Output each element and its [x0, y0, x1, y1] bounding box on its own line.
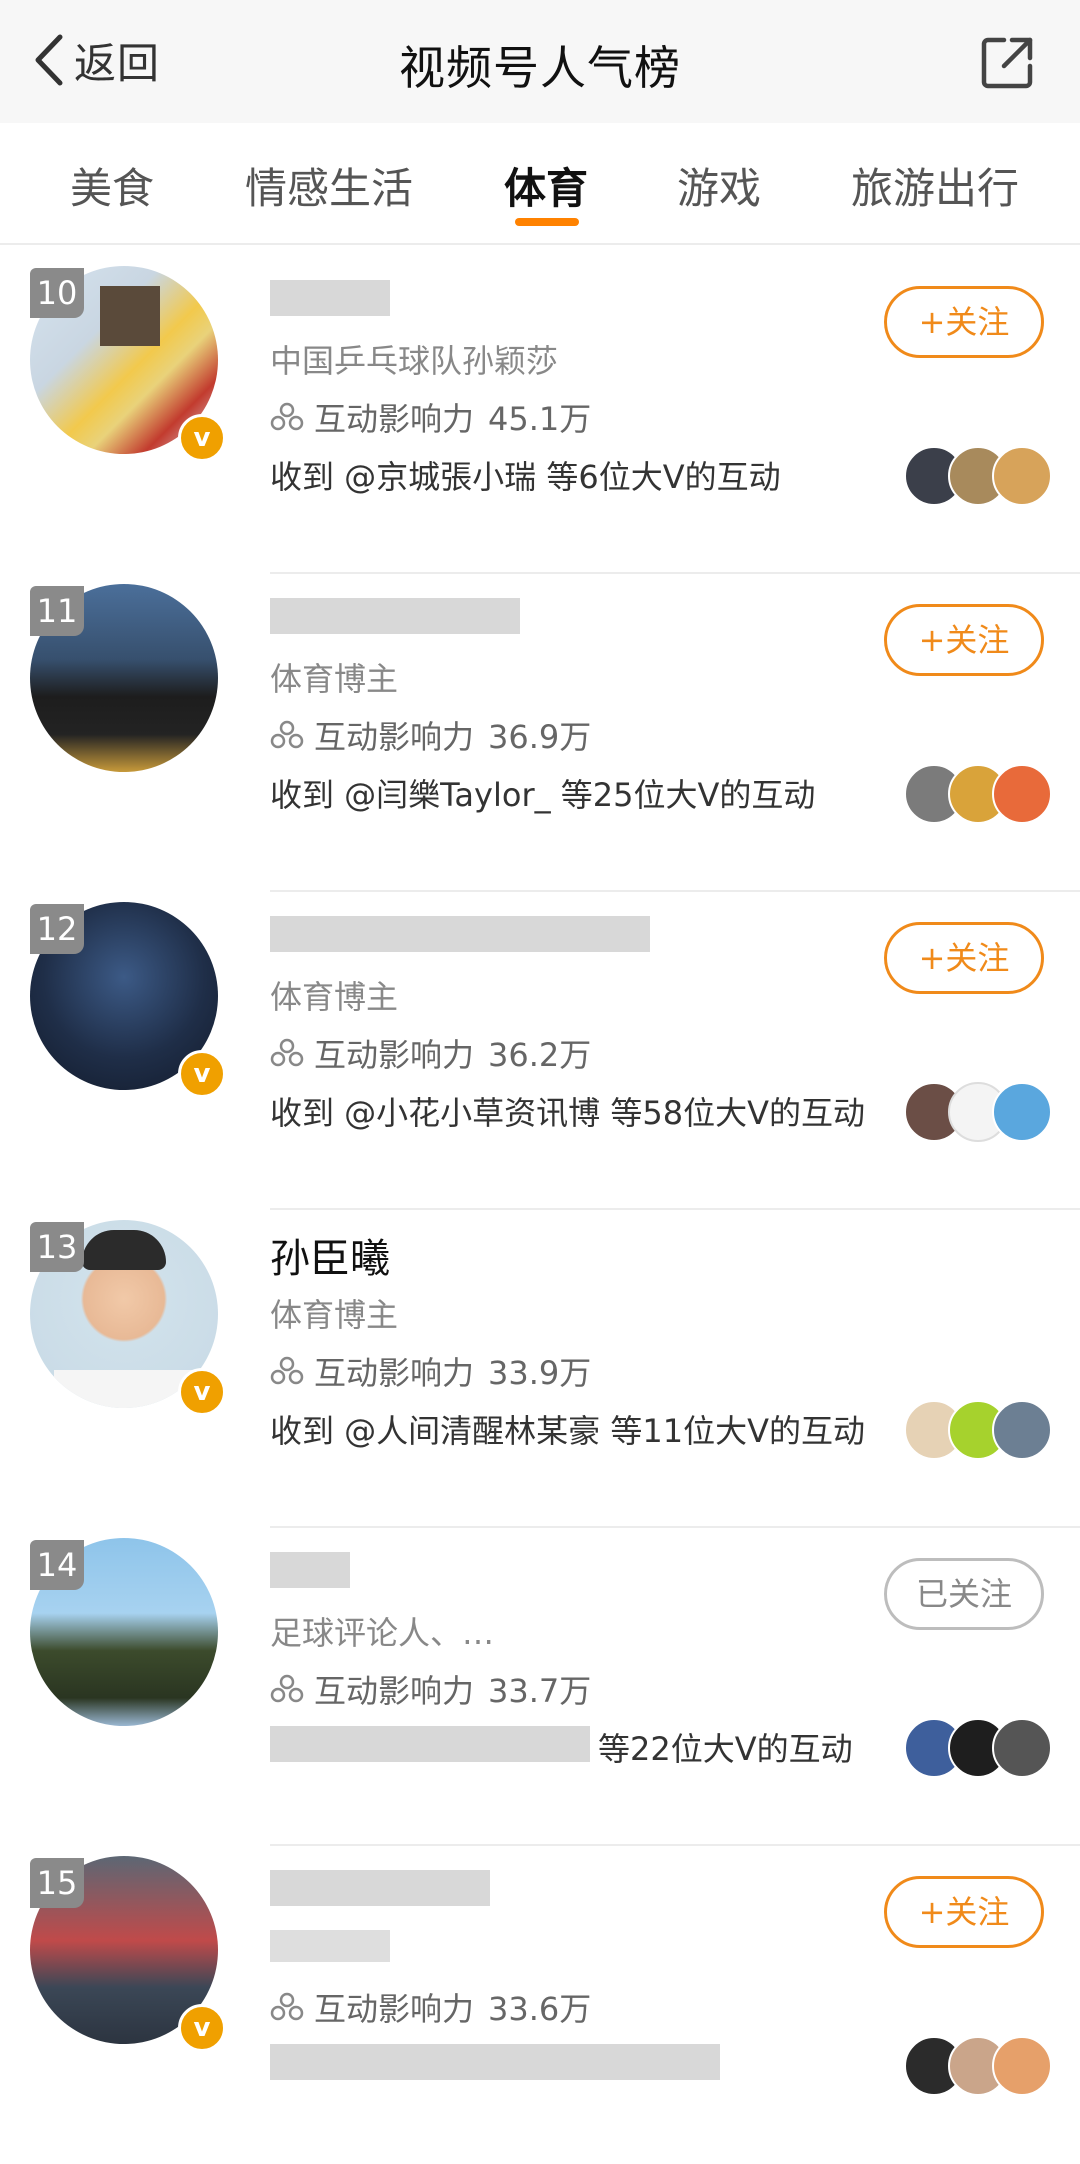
- verified-badge-icon: v: [178, 1050, 226, 1098]
- avatar: [992, 446, 1052, 506]
- user-desc: 体育博主: [270, 1296, 399, 1334]
- rank-badge: 11: [30, 586, 84, 636]
- list-item[interactable]: 13 v 孙臣曦 体育博主 互动影响力 33.9万 收到 @人间清醒林某豪 等1…: [0, 1210, 1080, 1528]
- list-item[interactable]: 10 v 中国乒乓球队孙颖莎 互动影响力 45.1万 收到 @京城張小瑞 等6位…: [0, 256, 1080, 574]
- influence-stat: 互动影响力 45.1万: [270, 394, 591, 440]
- received-interactions[interactable]: 等22位大V的互动: [598, 1724, 853, 1770]
- top-bar: 返回 视频号人气榜: [0, 0, 1080, 123]
- received-interactions[interactable]: 收到 @京城張小瑞 等6位大V的互动: [270, 452, 781, 498]
- tab-games[interactable]: 游戏: [677, 155, 761, 216]
- influence-stat: 互动影响力 36.9万: [270, 712, 591, 758]
- interactor-avatars[interactable]: [904, 1718, 1054, 1778]
- interactor-avatars[interactable]: [904, 1082, 1054, 1142]
- list-item[interactable]: 14 足球评论人、… 互动影响力 33.7万 等22位大V的互动 已关注: [0, 1528, 1080, 1846]
- interaction-icon: [270, 1356, 304, 1385]
- page-title: 视频号人气榜: [399, 41, 681, 95]
- interactor-avatars[interactable]: [904, 764, 1054, 824]
- interactor-avatars[interactable]: [904, 446, 1054, 506]
- rank-badge: 10: [30, 268, 84, 318]
- influence-stat: 互动影响力 33.7万: [270, 1666, 591, 1712]
- interactor-avatars[interactable]: [904, 2036, 1054, 2096]
- follow-button[interactable]: +关注: [884, 922, 1044, 994]
- influence-label: 互动影响力: [314, 400, 475, 438]
- rank-badge: 15: [30, 1858, 84, 1908]
- influence-value: 33.7万: [488, 1672, 592, 1710]
- interaction-icon: [270, 1674, 304, 1703]
- interaction-icon: [270, 720, 304, 749]
- influence-label: 互动影响力: [314, 718, 475, 756]
- influence-label: 互动影响力: [314, 1990, 475, 2028]
- list-item[interactable]: 15 v 互动影响力 33.6万 +关注: [0, 1846, 1080, 2164]
- influence-value: 36.9万: [488, 718, 592, 756]
- influence-stat: 互动影响力 33.9万: [270, 1348, 591, 1394]
- verified-badge-icon: v: [178, 2004, 226, 2052]
- received-interactions[interactable]: 收到 @人间清醒林某豪 等11位大V的互动: [270, 1406, 865, 1452]
- verified-badge-icon: v: [178, 1368, 226, 1416]
- rank-badge: 13: [30, 1222, 84, 1272]
- influence-stat: 互动影响力 33.6万: [270, 1984, 591, 2030]
- influence-label: 互动影响力: [314, 1354, 475, 1392]
- user-desc: 中国乒乓球队孙颖莎: [270, 342, 559, 380]
- interaction-icon: [270, 402, 304, 431]
- influence-value: 33.6万: [488, 1990, 592, 2028]
- user-desc: 体育博主: [270, 660, 399, 698]
- influence-value: 45.1万: [488, 400, 592, 438]
- influence-label: 互动影响力: [314, 1036, 475, 1074]
- follow-button[interactable]: +关注: [884, 1876, 1044, 1948]
- interaction-icon: [270, 1992, 304, 2021]
- verified-badge-icon: v: [178, 414, 226, 462]
- user-desc: 体育博主: [270, 978, 399, 1016]
- avatar: [992, 1400, 1052, 1460]
- tab-sports[interactable]: 体育: [504, 155, 588, 216]
- tab-food[interactable]: 美食: [70, 155, 154, 216]
- influence-stat: 互动影响力 36.2万: [270, 1030, 591, 1076]
- follow-button[interactable]: +关注: [884, 286, 1044, 358]
- interactor-avatars[interactable]: [904, 1400, 1054, 1460]
- influence-value: 33.9万: [488, 1354, 592, 1392]
- influence-label: 互动影响力: [314, 1672, 475, 1710]
- avatar: [992, 2036, 1052, 2096]
- avatar: [992, 1082, 1052, 1142]
- list-item[interactable]: 12 v 体育博主 互动影响力 36.2万 收到 @小花小草资讯博 等58位大V…: [0, 892, 1080, 1210]
- user-desc: 足球评论人、…: [270, 1614, 495, 1652]
- category-tabs: 美食 情感生活 体育 游戏 旅游出行: [0, 123, 1080, 245]
- list-item[interactable]: 11 体育博主 互动影响力 36.9万 收到 @闫樂Taylor_ 等25位大V…: [0, 574, 1080, 892]
- follow-button[interactable]: +关注: [884, 604, 1044, 676]
- tab-emotion-life[interactable]: 情感生活: [245, 155, 413, 216]
- user-name[interactable]: 孙臣曦: [270, 1226, 390, 1284]
- avatar: [992, 1718, 1052, 1778]
- followed-button[interactable]: 已关注: [884, 1558, 1044, 1630]
- received-interactions[interactable]: 收到 @闫樂Taylor_ 等25位大V的互动: [270, 770, 815, 816]
- share-icon[interactable]: [980, 34, 1036, 90]
- rank-badge: 12: [30, 904, 84, 954]
- active-tab-indicator: [515, 218, 579, 226]
- received-interactions[interactable]: 收到 @小花小草资讯博 等58位大V的互动: [270, 1088, 865, 1134]
- tab-travel[interactable]: 旅游出行: [851, 155, 1019, 216]
- influence-value: 36.2万: [488, 1036, 592, 1074]
- avatar: [992, 764, 1052, 824]
- rank-badge: 14: [30, 1540, 84, 1590]
- interaction-icon: [270, 1038, 304, 1067]
